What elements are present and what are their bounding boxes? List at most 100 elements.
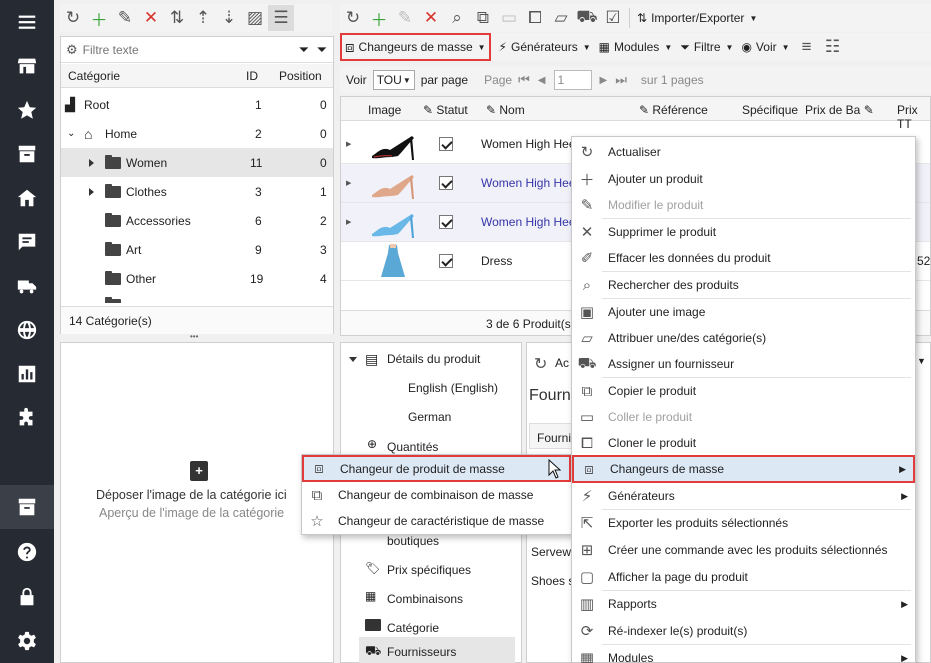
copy-icon[interactable]: ⧉ (470, 5, 496, 31)
last-page-icon[interactable]: ⏭ (615, 72, 627, 88)
gear-icon[interactable] (0, 619, 54, 663)
clear-filter-icon[interactable]: ⏷ (317, 42, 327, 58)
menu-item-generators[interactable]: ⚡ Générateurs ▶ (572, 483, 915, 509)
chevron-down-icon[interactable] (349, 354, 357, 365)
page-input[interactable]: 1 (553, 70, 592, 90)
menu-item-create-order[interactable]: ⊞ Créer une commande avec les produits sé… (572, 537, 915, 563)
column-position[interactable]: Position (279, 69, 322, 83)
column-image[interactable]: Image (368, 103, 401, 117)
menu-item-view-product-page[interactable]: ▢ Afficher la page du produit (572, 564, 915, 590)
category-row[interactable]: ▟ Root 1 0 (61, 90, 333, 119)
house-icon[interactable] (0, 176, 54, 220)
order-check-icon[interactable]: ☑ (600, 5, 626, 31)
category-row[interactable]: Clothes 3 1 (61, 177, 333, 206)
status-checkbox[interactable] (439, 137, 453, 151)
list-settings-icon[interactable]: ☷ (820, 34, 846, 60)
menu-item-assign-categories[interactable]: ▱ Attribuer une/des catégorie(s) (572, 325, 915, 351)
menu-item-copy-product[interactable]: ⧉ Copier le produit (572, 378, 915, 404)
search-icon[interactable]: ⌕ (444, 5, 470, 31)
page-size-select[interactable]: TOU ▼ (372, 70, 415, 90)
menu-item-assign-supplier[interactable]: ⛟ Assigner un fournisseur (572, 351, 915, 377)
products-box-icon[interactable] (0, 485, 54, 529)
chevron-right-icon[interactable] (89, 156, 94, 170)
row-expand-icon[interactable]: ▶ (346, 179, 351, 187)
next-page-icon[interactable]: ▶ (600, 75, 608, 86)
puzzle-icon[interactable] (0, 396, 54, 440)
tree-item-shops[interactable]: boutiques (387, 534, 439, 548)
column-reference[interactable]: ✎ Référence (639, 103, 708, 117)
tree-item-suppliers[interactable]: Fournisseurs (387, 645, 456, 659)
tree-item-german[interactable]: German (408, 410, 451, 424)
prev-page-icon[interactable]: ◀ (538, 75, 546, 86)
row-expand-icon[interactable]: ▶ (346, 140, 351, 148)
globe-icon[interactable] (0, 308, 54, 352)
action-label[interactable]: Ac (555, 356, 569, 370)
menu-item-export-selected[interactable]: ⇱ Exporter les produits sélectionnés (572, 510, 915, 536)
image-edit-icon[interactable]: ▨ (242, 5, 268, 31)
hamburger-menu-icon[interactable] (0, 0, 54, 44)
mass-changers-button[interactable]: ⧈ Changeurs de masse ▼ (340, 33, 491, 61)
help-icon[interactable] (0, 530, 54, 574)
menu-item-erase-product-data[interactable]: ✐ Effacer les données du produit (572, 245, 915, 271)
menu-item-delete-product[interactable]: ✕ Supprimer le produit (572, 219, 915, 245)
menu-item-add-image[interactable]: ▣ Ajouter une image (572, 299, 915, 325)
status-checkbox[interactable] (439, 176, 453, 190)
menu-item-feature-mass-changer[interactable]: ☆ Changeur de caractéristique de masse (302, 508, 571, 534)
menu-item-reindex[interactable]: ⟳ Ré-indexer le(s) produit(s) (572, 618, 915, 644)
archive-box-icon[interactable] (0, 132, 54, 176)
tree-item-product-details[interactable]: Détails du produit (387, 352, 480, 366)
delete-category-icon[interactable]: ✕ (138, 5, 164, 31)
column-status[interactable]: ✎ Statut (423, 103, 468, 117)
tree-item-quantities[interactable]: Quantités (387, 440, 438, 454)
category-row[interactable]: Art 9 3 (61, 235, 333, 264)
chevron-down-icon[interactable]: ⌄ (67, 128, 75, 139)
status-checkbox[interactable] (439, 215, 453, 229)
add-product-icon[interactable]: ＋ (366, 5, 392, 31)
tree-item-combinations[interactable]: Combinaisons (387, 592, 463, 606)
menu-item-product-mass-changer[interactable]: ⧈ Changeur de produit de masse (302, 455, 571, 482)
category-row[interactable]: ⌄ ⌂ Home 2 0 (61, 119, 333, 148)
tree-item-category[interactable]: Catégorie (387, 621, 439, 635)
menu-item-mass-changers[interactable]: ⧈ Changeurs de masse ▶ (572, 455, 915, 483)
move-down-icon[interactable]: ⇣ (216, 5, 242, 31)
category-row[interactable]: Women 11 0 (61, 148, 333, 177)
view-button[interactable]: ◉ Voir ▼ (737, 35, 793, 59)
star-icon[interactable] (0, 88, 54, 132)
sort-az-icon[interactable]: ≡ (794, 34, 820, 60)
refresh-icon[interactable]: ↻ (534, 354, 547, 374)
column-name[interactable]: ✎ Nom (486, 103, 525, 117)
truck-icon[interactable] (0, 264, 54, 308)
column-base-price[interactable]: Prix de Ba ✎ (805, 103, 874, 117)
menu-item-add-product[interactable]: ＋ Ajouter un produit (572, 166, 915, 192)
refresh-icon[interactable]: ↻ (340, 5, 366, 31)
filter-icon[interactable]: ⏷ (299, 42, 309, 58)
edit-category-icon[interactable]: ✎ (112, 5, 138, 31)
chart-icon[interactable] (0, 352, 54, 396)
menu-item-reports[interactable]: ▥ Rapports ▶ (572, 591, 915, 617)
clone-icon[interactable]: ⧠ (522, 5, 548, 31)
add-category-icon[interactable]: ＋ (86, 5, 112, 31)
menu-item-search-products[interactable]: ⌕ Rechercher des produits (572, 272, 915, 298)
menu-item-modules[interactable]: ▦ Modules ▶ (572, 645, 915, 663)
status-checkbox[interactable] (439, 254, 453, 268)
column-id[interactable]: ID (246, 69, 258, 83)
category-row[interactable]: Other 19 4 (61, 264, 333, 293)
store-icon[interactable] (0, 44, 54, 88)
first-page-icon[interactable]: ⏮ (518, 72, 530, 88)
gear-icon[interactable]: ⚙ (66, 42, 78, 58)
refresh-icon[interactable]: ↻ (60, 5, 86, 31)
filter-list-icon[interactable]: ☰ (268, 5, 294, 31)
image-drop-panel[interactable]: + Déposer l'image de la catégorie ici Ap… (60, 342, 334, 663)
chevron-down-icon[interactable]: ▼ (917, 356, 926, 366)
modules-button[interactable]: ▦ Modules ▼ (595, 35, 677, 59)
tree-item-specific-prices[interactable]: Prix spécifiques (387, 563, 471, 577)
truck-check-icon[interactable]: ⛟ (574, 5, 600, 31)
column-specific[interactable]: Spécifique (742, 103, 798, 117)
supplier-row[interactable]: Shoes s (531, 574, 574, 588)
category-row[interactable]: Accessories 6 2 (61, 206, 333, 235)
delete-product-icon[interactable]: ✕ (418, 5, 444, 31)
import-export-button[interactable]: ⇅ Importer/Exporter ▼ (633, 6, 761, 30)
menu-item-refresh[interactable]: ↻ Actualiser (572, 139, 915, 165)
chevron-right-icon[interactable] (89, 185, 94, 199)
sort-icon[interactable]: ⇅ (164, 5, 190, 31)
